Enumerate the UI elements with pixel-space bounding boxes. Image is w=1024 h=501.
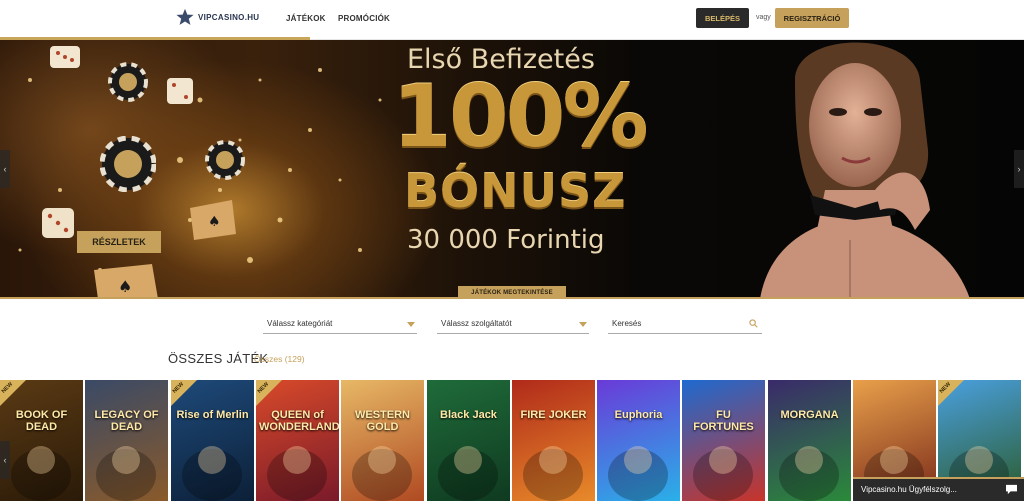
banner-prev-arrow[interactable]: ‹	[0, 150, 10, 188]
banner-amount: 30 000 Forintig	[407, 225, 605, 255]
game-tile[interactable]: FU FORTUNES	[682, 380, 765, 501]
page: VIPCASINO.HU JÁTÉKOK PROMÓCIÓK BELÉPÉS v…	[0, 0, 1024, 501]
search-input[interactable]: Keresés	[608, 315, 762, 334]
game-tile[interactable]: Rise of Merlin NEW	[171, 380, 254, 501]
top-header: VIPCASINO.HU JÁTÉKOK PROMÓCIÓK BELÉPÉS v…	[0, 0, 1024, 40]
logo-text: VIPCASINO.HU	[198, 12, 260, 22]
chevron-down-icon	[407, 322, 415, 327]
game-title: QUEEN of WONDERLAND	[259, 409, 339, 433]
banner-next-arrow[interactable]: ›	[1014, 150, 1024, 188]
playing-card-icon: ♠	[190, 200, 236, 240]
game-tile[interactable]: Black Jack	[427, 380, 510, 501]
site-logo[interactable]: VIPCASINO.HU	[176, 8, 259, 26]
promo-banner: ♠ ♠ Első Befizetés 100% BÓNUSZ 30 000 Fo…	[0, 40, 1024, 299]
register-button[interactable]: REGISZTRÁCIÓ	[775, 8, 849, 28]
category-select-label: Válassz kategóriát	[267, 319, 333, 328]
all-games-count-link[interactable]: Összes (129)	[254, 354, 305, 364]
game-title: FU FORTUNES	[693, 409, 754, 433]
game-title: Rise of Merlin	[176, 409, 249, 421]
dice-icon	[167, 78, 193, 104]
sparkles-decoration	[18, 68, 382, 272]
game-artwork	[608, 446, 668, 501]
game-artwork	[693, 446, 753, 501]
game-tile[interactable]: BOOK OF DEAD NEW	[0, 380, 83, 501]
chat-bubble-icon	[1006, 484, 1017, 495]
games-prev-arrow[interactable]: ‹	[0, 441, 10, 479]
provider-select-label: Válassz szolgáltatót	[441, 319, 512, 328]
game-title: WESTERN GOLD	[355, 409, 410, 433]
svg-text:♠: ♠	[208, 214, 221, 230]
search-placeholder: Keresés	[612, 319, 642, 328]
category-select[interactable]: Válassz kategóriát	[263, 315, 417, 334]
details-button[interactable]: RÉSZLETEK	[77, 231, 161, 253]
login-button[interactable]: BELÉPÉS	[696, 8, 749, 28]
model-image	[760, 42, 970, 299]
game-tile[interactable]: FIRE JOKER	[512, 380, 595, 501]
svg-text:♠: ♠	[118, 277, 132, 296]
game-tile[interactable]: WESTERN GOLD	[341, 380, 424, 501]
banner-bonus: BÓNUSZ	[404, 164, 627, 218]
game-tile[interactable]: QUEEN of WONDERLAND NEW	[256, 380, 339, 501]
search-icon[interactable]	[749, 319, 758, 328]
game-title: Euphoria	[614, 409, 663, 421]
or-text: vagy	[756, 14, 771, 21]
chevron-down-icon	[579, 322, 587, 327]
casino-chip-icon	[100, 136, 156, 192]
game-tile[interactable]: Euphoria	[597, 380, 680, 501]
game-artwork	[523, 446, 583, 501]
banner-percent: 100%	[392, 67, 649, 167]
game-artwork	[438, 446, 498, 501]
game-tile[interactable]: LEGACY OF DEAD	[85, 380, 168, 501]
game-artwork	[352, 446, 412, 501]
game-title: LEGACY OF DEAD	[94, 409, 159, 433]
dice-icon	[42, 208, 74, 238]
provider-select[interactable]: Válassz szolgáltatót	[437, 315, 589, 334]
game-title: FIRE JOKER	[520, 409, 587, 421]
casino-chip-icon	[108, 62, 148, 102]
game-artwork	[779, 446, 839, 501]
game-tile[interactable]: MORGANA	[768, 380, 851, 501]
game-title: Black Jack	[440, 409, 497, 421]
playing-card-icon: ♠	[94, 264, 158, 299]
support-chat-widget[interactable]: Vipcasino.hu Ügyfélszolg...	[853, 477, 1024, 501]
game-title: BOOK OF DEAD	[15, 409, 68, 433]
game-title: MORGANA	[780, 409, 839, 421]
game-artwork	[96, 446, 156, 501]
casino-chip-icon	[205, 140, 245, 180]
banner-bottom-line	[0, 297, 1024, 299]
star-icon	[176, 8, 194, 25]
nav-promotions[interactable]: PROMÓCIÓK	[338, 14, 390, 23]
nav-games[interactable]: JÁTÉKOK	[286, 14, 326, 23]
dice-icon	[50, 46, 80, 68]
chat-label: Vipcasino.hu Ügyfélszolg...	[861, 485, 957, 494]
